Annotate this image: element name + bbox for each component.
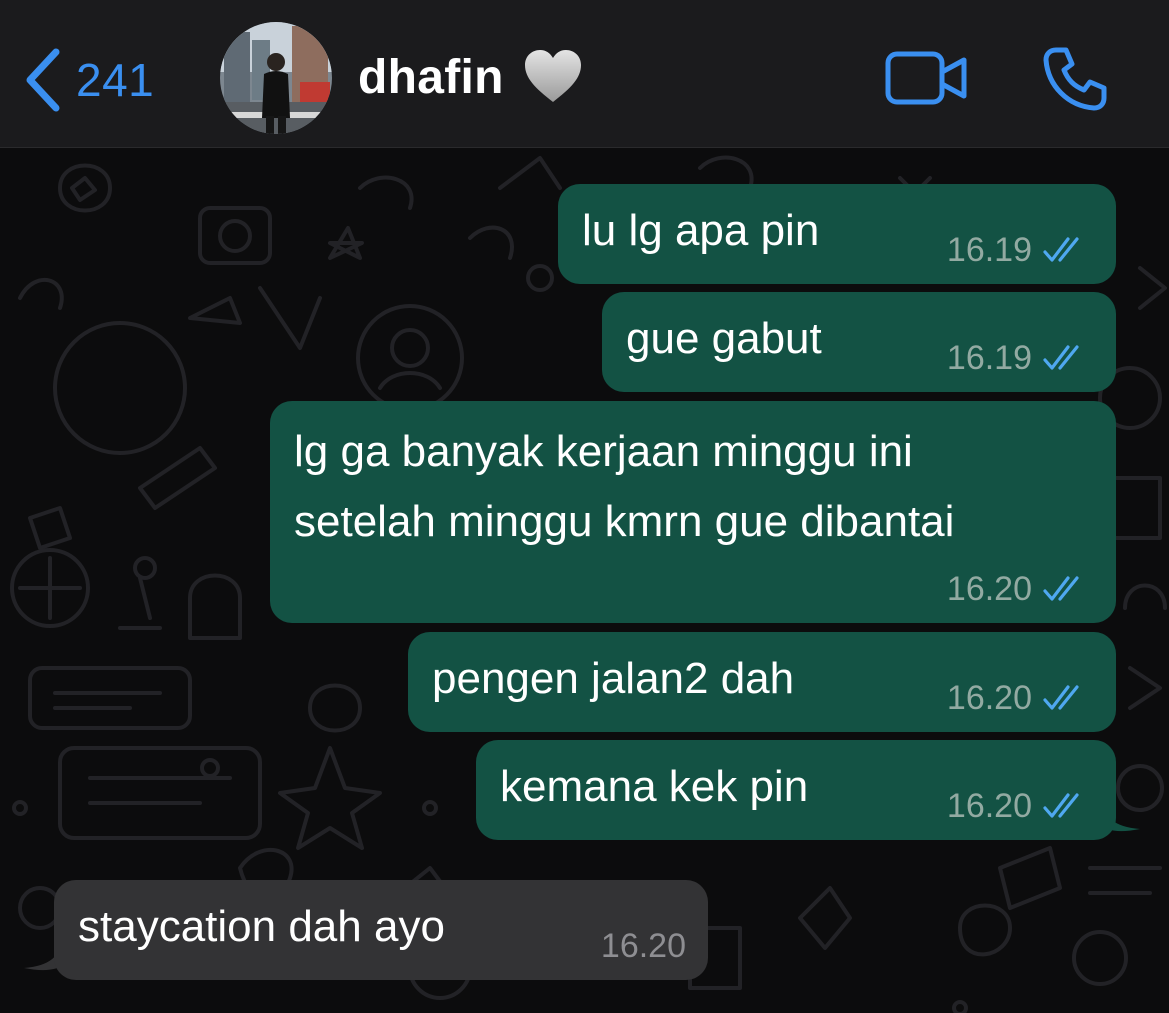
message-time: 16.20 [600, 927, 686, 965]
message-bubble-outgoing[interactable]: lg ga banyak kerjaan minggu ini setelah … [270, 401, 1116, 623]
message-meta: 16.20 [947, 678, 1088, 718]
message-bubble-outgoing[interactable]: gue gabut 16.19 [602, 292, 1116, 392]
message-text: pengen jalan2 dah [432, 654, 795, 703]
double-check-icon [1043, 345, 1079, 370]
chevron-left-icon [26, 48, 60, 112]
message-time: 16.19 [946, 231, 1032, 269]
back-button[interactable]: 241 [22, 40, 154, 120]
chat-screen: 241 dhafin lu lg apa pin 16.19 gue gabut… [0, 0, 1169, 1013]
message-meta: 16.20 [947, 786, 1088, 826]
message-time: 16.19 [946, 339, 1032, 377]
video-camera-icon [885, 51, 967, 105]
message-bubble-outgoing[interactable]: pengen jalan2 dah 16.20 [408, 632, 1116, 732]
message-meta: 16.20 [947, 569, 1088, 609]
double-check-icon [1043, 576, 1079, 601]
message-text-line-2: setelah minggu kmrn gue dibantai [294, 497, 955, 546]
voice-call-button[interactable] [1042, 46, 1108, 117]
double-check-icon [1043, 237, 1079, 262]
message-meta: 16.19 [947, 230, 1088, 270]
message-time: 16.20 [946, 679, 1032, 717]
chat-header: 241 dhafin [0, 0, 1169, 148]
message-text: staycation dah ayo [78, 902, 445, 951]
phone-icon [1043, 47, 1107, 111]
double-check-icon [1043, 685, 1079, 710]
message-bubble-incoming[interactable]: staycation dah ayo 16.20 [54, 880, 708, 980]
message-bubble-outgoing[interactable]: kemana kek pin 16.20 [476, 740, 1116, 840]
message-text-line-1: lg ga banyak kerjaan minggu ini [294, 427, 913, 476]
message-time: 16.20 [946, 787, 1032, 825]
message-bubble-outgoing[interactable]: lu lg apa pin 16.19 [558, 184, 1116, 284]
unread-count: 241 [76, 54, 155, 106]
avatar[interactable] [220, 22, 332, 134]
message-text: lu lg apa pin [582, 206, 820, 255]
message-text: kemana kek pin [500, 762, 809, 811]
contact-name[interactable]: dhafin [358, 50, 504, 105]
message-time: 16.20 [946, 570, 1032, 608]
video-call-button[interactable] [885, 50, 969, 111]
message-text: gue gabut [626, 314, 822, 363]
grey-heart-icon [523, 48, 583, 109]
double-check-icon [1043, 793, 1079, 818]
message-meta: 16.19 [947, 338, 1088, 378]
message-meta: 16.20 [601, 926, 686, 966]
message-list[interactable]: lu lg apa pin 16.19 gue gabut 16.19 lg g… [0, 148, 1169, 1013]
